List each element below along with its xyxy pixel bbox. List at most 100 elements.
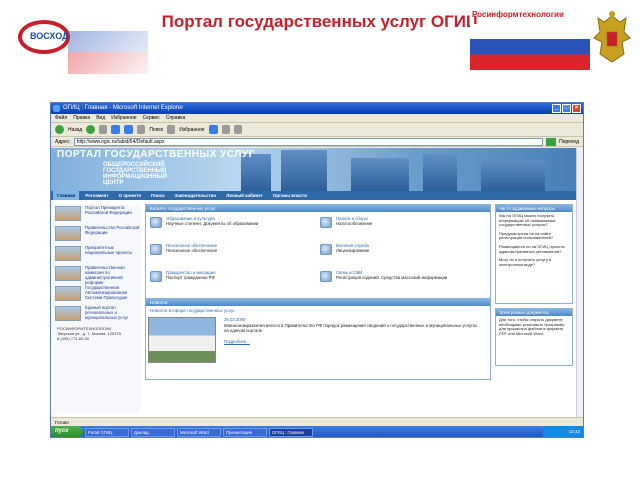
taskbar-item[interactable]: ОГИЦ : Главная <box>269 427 313 437</box>
category-desc[interactable]: Паспорт гражданина РФ <box>166 275 316 280</box>
menu-item-help[interactable]: Справка <box>166 115 186 121</box>
windows-taskbar: пуск Portal ОГИЦ Доклад Microsoft Word П… <box>51 426 583 437</box>
start-button[interactable]: пуск <box>51 426 83 437</box>
military-icon <box>320 244 332 255</box>
voskhod-logo: ВОСХОД <box>4 4 148 74</box>
nav-about[interactable]: О проекте <box>115 191 145 200</box>
maximize-button[interactable]: □ <box>562 104 571 113</box>
favorites-button[interactable]: Избранное <box>179 127 204 133</box>
refresh-icon[interactable] <box>111 125 121 134</box>
menu-item-tools[interactable]: Сервис <box>143 115 160 121</box>
contact-phone: 8 (495) 771-80-00 <box>57 336 90 341</box>
category-desc[interactable]: Регистрация изданий. Средства массовой и… <box>336 275 486 280</box>
search-icon[interactable] <box>137 125 146 134</box>
news-subheader[interactable]: Новости в сфере государственных услуг <box>146 306 490 315</box>
projects-thumbnail <box>55 246 81 261</box>
faq-question[interactable]: Как на ОГИЦ можно получить информацию об… <box>496 212 572 230</box>
eagle-emblem-icon <box>593 11 631 63</box>
faq-question[interactable]: Предусмотрена ли на сайте регистрация по… <box>496 230 572 243</box>
menu-bar: Файл Правка Вид Избранное Сервис Справка <box>51 114 583 123</box>
left-link-admin-reform[interactable]: Правительственная комиссия по администра… <box>55 264 141 285</box>
nav-authorities[interactable]: Органы власти <box>269 191 311 200</box>
left-link-government[interactable]: Правительство Российской Федерации <box>55 224 141 242</box>
menu-item-view[interactable]: Вид <box>96 115 105 121</box>
nav-legislation[interactable]: Законодательство <box>171 191 221 200</box>
category-desc[interactable]: Научные степени. Документы об образовани… <box>166 221 316 226</box>
vertical-scrollbar[interactable] <box>576 148 583 417</box>
star-icon[interactable] <box>167 125 176 134</box>
banner-building <box>351 158 409 191</box>
stop-icon[interactable] <box>99 125 108 134</box>
news-text: Минэкономразвития внесло в Правительство… <box>224 323 478 333</box>
menu-item-edit[interactable]: Правка <box>73 115 90 121</box>
left-link-president[interactable]: Портал Президента Российской Федерации <box>55 204 141 222</box>
faq-question[interactable]: Могу ли я получить услугу в электронном … <box>496 256 572 269</box>
search-button[interactable]: Поиск <box>149 127 163 133</box>
taskbar-item[interactable]: Microsoft Word <box>177 427 221 437</box>
category-item[interactable]: Образование и культура Научные степени. … <box>150 215 318 239</box>
back-arrow-icon[interactable] <box>55 125 64 134</box>
address-input[interactable]: http://www.ogic.ru/tabid/64/Default.aspx <box>73 137 544 146</box>
taskbar-item[interactable]: Portal ОГИЦ <box>85 427 129 437</box>
faq-header: Часто задаваемые вопросы <box>496 205 572 212</box>
system-clock: 12:43 <box>543 426 583 437</box>
taskbar-item[interactable]: Презентация <box>223 427 267 437</box>
address-bar: Адрес: http://www.ogic.ru/tabid/64/Defau… <box>51 137 583 147</box>
left-link-regional-portal[interactable]: Единый портал региональных и муниципальн… <box>55 304 141 322</box>
mail-icon[interactable] <box>221 125 230 134</box>
category-desc[interactable]: Налогообложение <box>336 221 486 226</box>
left-link-national-projects[interactable]: Приоритетные национальные проекты <box>55 244 141 262</box>
category-item[interactable]: Военная служба Лицензирование <box>320 242 488 266</box>
taskbar-item[interactable]: Доклад <box>131 427 175 437</box>
portal-nav: Главная Регламент О проекте Поиск Законо… <box>51 191 576 200</box>
category-desc[interactable]: Пенсионное обеспечение <box>166 248 316 253</box>
right-column: Часто задаваемые вопросы Как на ОГИЦ мож… <box>495 204 573 414</box>
left-link-label[interactable]: Единый портал региональных и муниципальн… <box>85 305 141 320</box>
news-more-link[interactable]: Подробнее... <box>224 339 250 344</box>
portal-subtitle: ОБЩЕРОССИЙСКИЙ ГОСУДАРСТВЕННЫЙ ИНФОРМАЦИ… <box>103 162 167 186</box>
left-link-label[interactable]: Правительство Российской Федерации <box>85 225 141 235</box>
category-item[interactable]: Связь и СМИ Регистрация изданий. Средств… <box>320 269 488 293</box>
education-icon <box>150 217 162 228</box>
close-button[interactable]: × <box>572 104 581 113</box>
documents-header: Электронные документы <box>496 309 572 316</box>
history-icon[interactable] <box>208 125 218 134</box>
faq-question[interactable]: Размещаются ли на ОГИЦ проекты администр… <box>496 243 572 256</box>
forward-arrow-icon[interactable] <box>86 125 96 134</box>
nav-cabinet[interactable]: Личный кабинет <box>222 191 267 200</box>
window-titlebar: ОГИЦ : Главная - Microsoft Internet Expl… <box>51 103 583 114</box>
home-icon[interactable] <box>124 125 134 134</box>
menu-item-favorites[interactable]: Избранное <box>111 115 136 121</box>
menu-item-file[interactable]: Файл <box>55 115 67 121</box>
left-link-label[interactable]: Государственная Автоматизированная Систе… <box>85 285 141 300</box>
portal-title: ПОРТАЛ ГОСУДАРСТВЕННЫХ УСЛУГ <box>57 149 255 160</box>
nav-search[interactable]: Поиск <box>147 191 169 200</box>
left-link-label[interactable]: Портал Президента Российской Федерации <box>85 205 141 215</box>
category-item[interactable]: Гражданство и миграция Паспорт гражданин… <box>150 269 318 293</box>
white-house-photo <box>148 317 216 363</box>
brand-name: Росинформтехнологии <box>472 10 564 19</box>
passport-icon <box>150 271 162 282</box>
nav-home[interactable]: Главная <box>53 191 80 200</box>
documents-text: Для того, чтобы открыть документ, необхо… <box>499 317 565 336</box>
left-link-justice[interactable]: Государственная Автоматизированная Систе… <box>55 284 141 302</box>
catalog-header: Каталог государственных услуг <box>146 205 490 212</box>
news-block: Новости Новости в сфере государственных … <box>145 298 491 380</box>
print-icon[interactable] <box>233 125 242 134</box>
reform-thumbnail <box>55 266 81 281</box>
window-title: ОГИЦ : Главная - Microsoft Internet Expl… <box>63 105 184 111</box>
pension-icon <box>150 244 162 255</box>
russian-flag-left <box>68 10 148 74</box>
minimize-button[interactable]: _ <box>552 104 561 113</box>
nav-reglament[interactable]: Регламент <box>81 191 112 200</box>
go-arrow-icon[interactable] <box>546 137 557 146</box>
banner-building <box>281 150 327 191</box>
category-desc[interactable]: Лицензирование <box>336 248 486 253</box>
left-link-label[interactable]: Приоритетные национальные проекты <box>85 245 141 255</box>
go-button[interactable]: Переход <box>559 139 579 145</box>
back-button[interactable]: Назад <box>68 127 82 133</box>
left-link-label[interactable]: Правительственная комиссия по администра… <box>85 265 141 285</box>
category-item[interactable]: Пенсионное обеспечение Пенсионное обеспе… <box>150 242 318 266</box>
category-item[interactable]: Налоги и сборы Налогообложение <box>320 215 488 239</box>
contact-block: РОСИНФОРМТЕХНОЛОГИИ Тверская ул., д. 7, … <box>57 326 141 341</box>
